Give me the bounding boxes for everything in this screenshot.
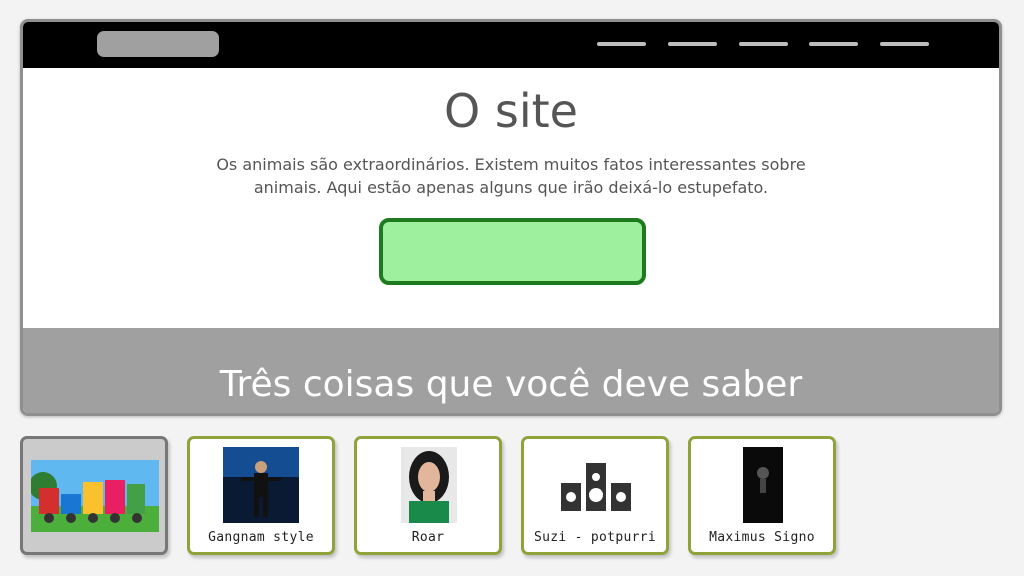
section-title: Três coisas que você deve saber [219, 364, 803, 405]
filmstrip-item-2[interactable]: Gangnam style [187, 436, 335, 555]
site-navbar [23, 22, 999, 68]
dark-album-thumbnail [743, 447, 783, 523]
filmstrip-item-1[interactable] [20, 436, 168, 555]
nav-link-3[interactable] [739, 42, 788, 46]
speaker-system-icon [561, 463, 631, 511]
filmstrip-label: Suzi - potpurri [534, 530, 656, 545]
page-title: O site [444, 84, 578, 138]
website-preview: O site Os animais são extraordinários. E… [20, 19, 1002, 416]
filmstrip-item-4[interactable]: Suzi - potpurri [521, 436, 669, 555]
nav-link-2[interactable] [668, 42, 717, 46]
nav-link-4[interactable] [809, 42, 858, 46]
logo-placeholder[interactable] [97, 31, 219, 57]
singer-portrait-thumbnail [401, 447, 457, 523]
filmstrip-label: Maximus Signo [709, 530, 815, 545]
dancer-thumbnail [223, 447, 299, 523]
filmstrip-item-5[interactable]: Maximus Signo [688, 436, 836, 555]
cartoon-train-thumbnail [31, 460, 159, 532]
cta-button[interactable] [379, 218, 646, 285]
section-band: Três coisas que você deve saber [23, 328, 999, 413]
intro-paragraph: Os animais são extraordinários. Existem … [216, 155, 806, 197]
filmstrip-item-3[interactable]: Roar [354, 436, 502, 555]
filmstrip-label: Roar [411, 530, 445, 545]
nav-link-5[interactable] [880, 42, 929, 46]
nav-link-1[interactable] [597, 42, 646, 46]
filmstrip-label: Gangnam style [208, 530, 314, 545]
